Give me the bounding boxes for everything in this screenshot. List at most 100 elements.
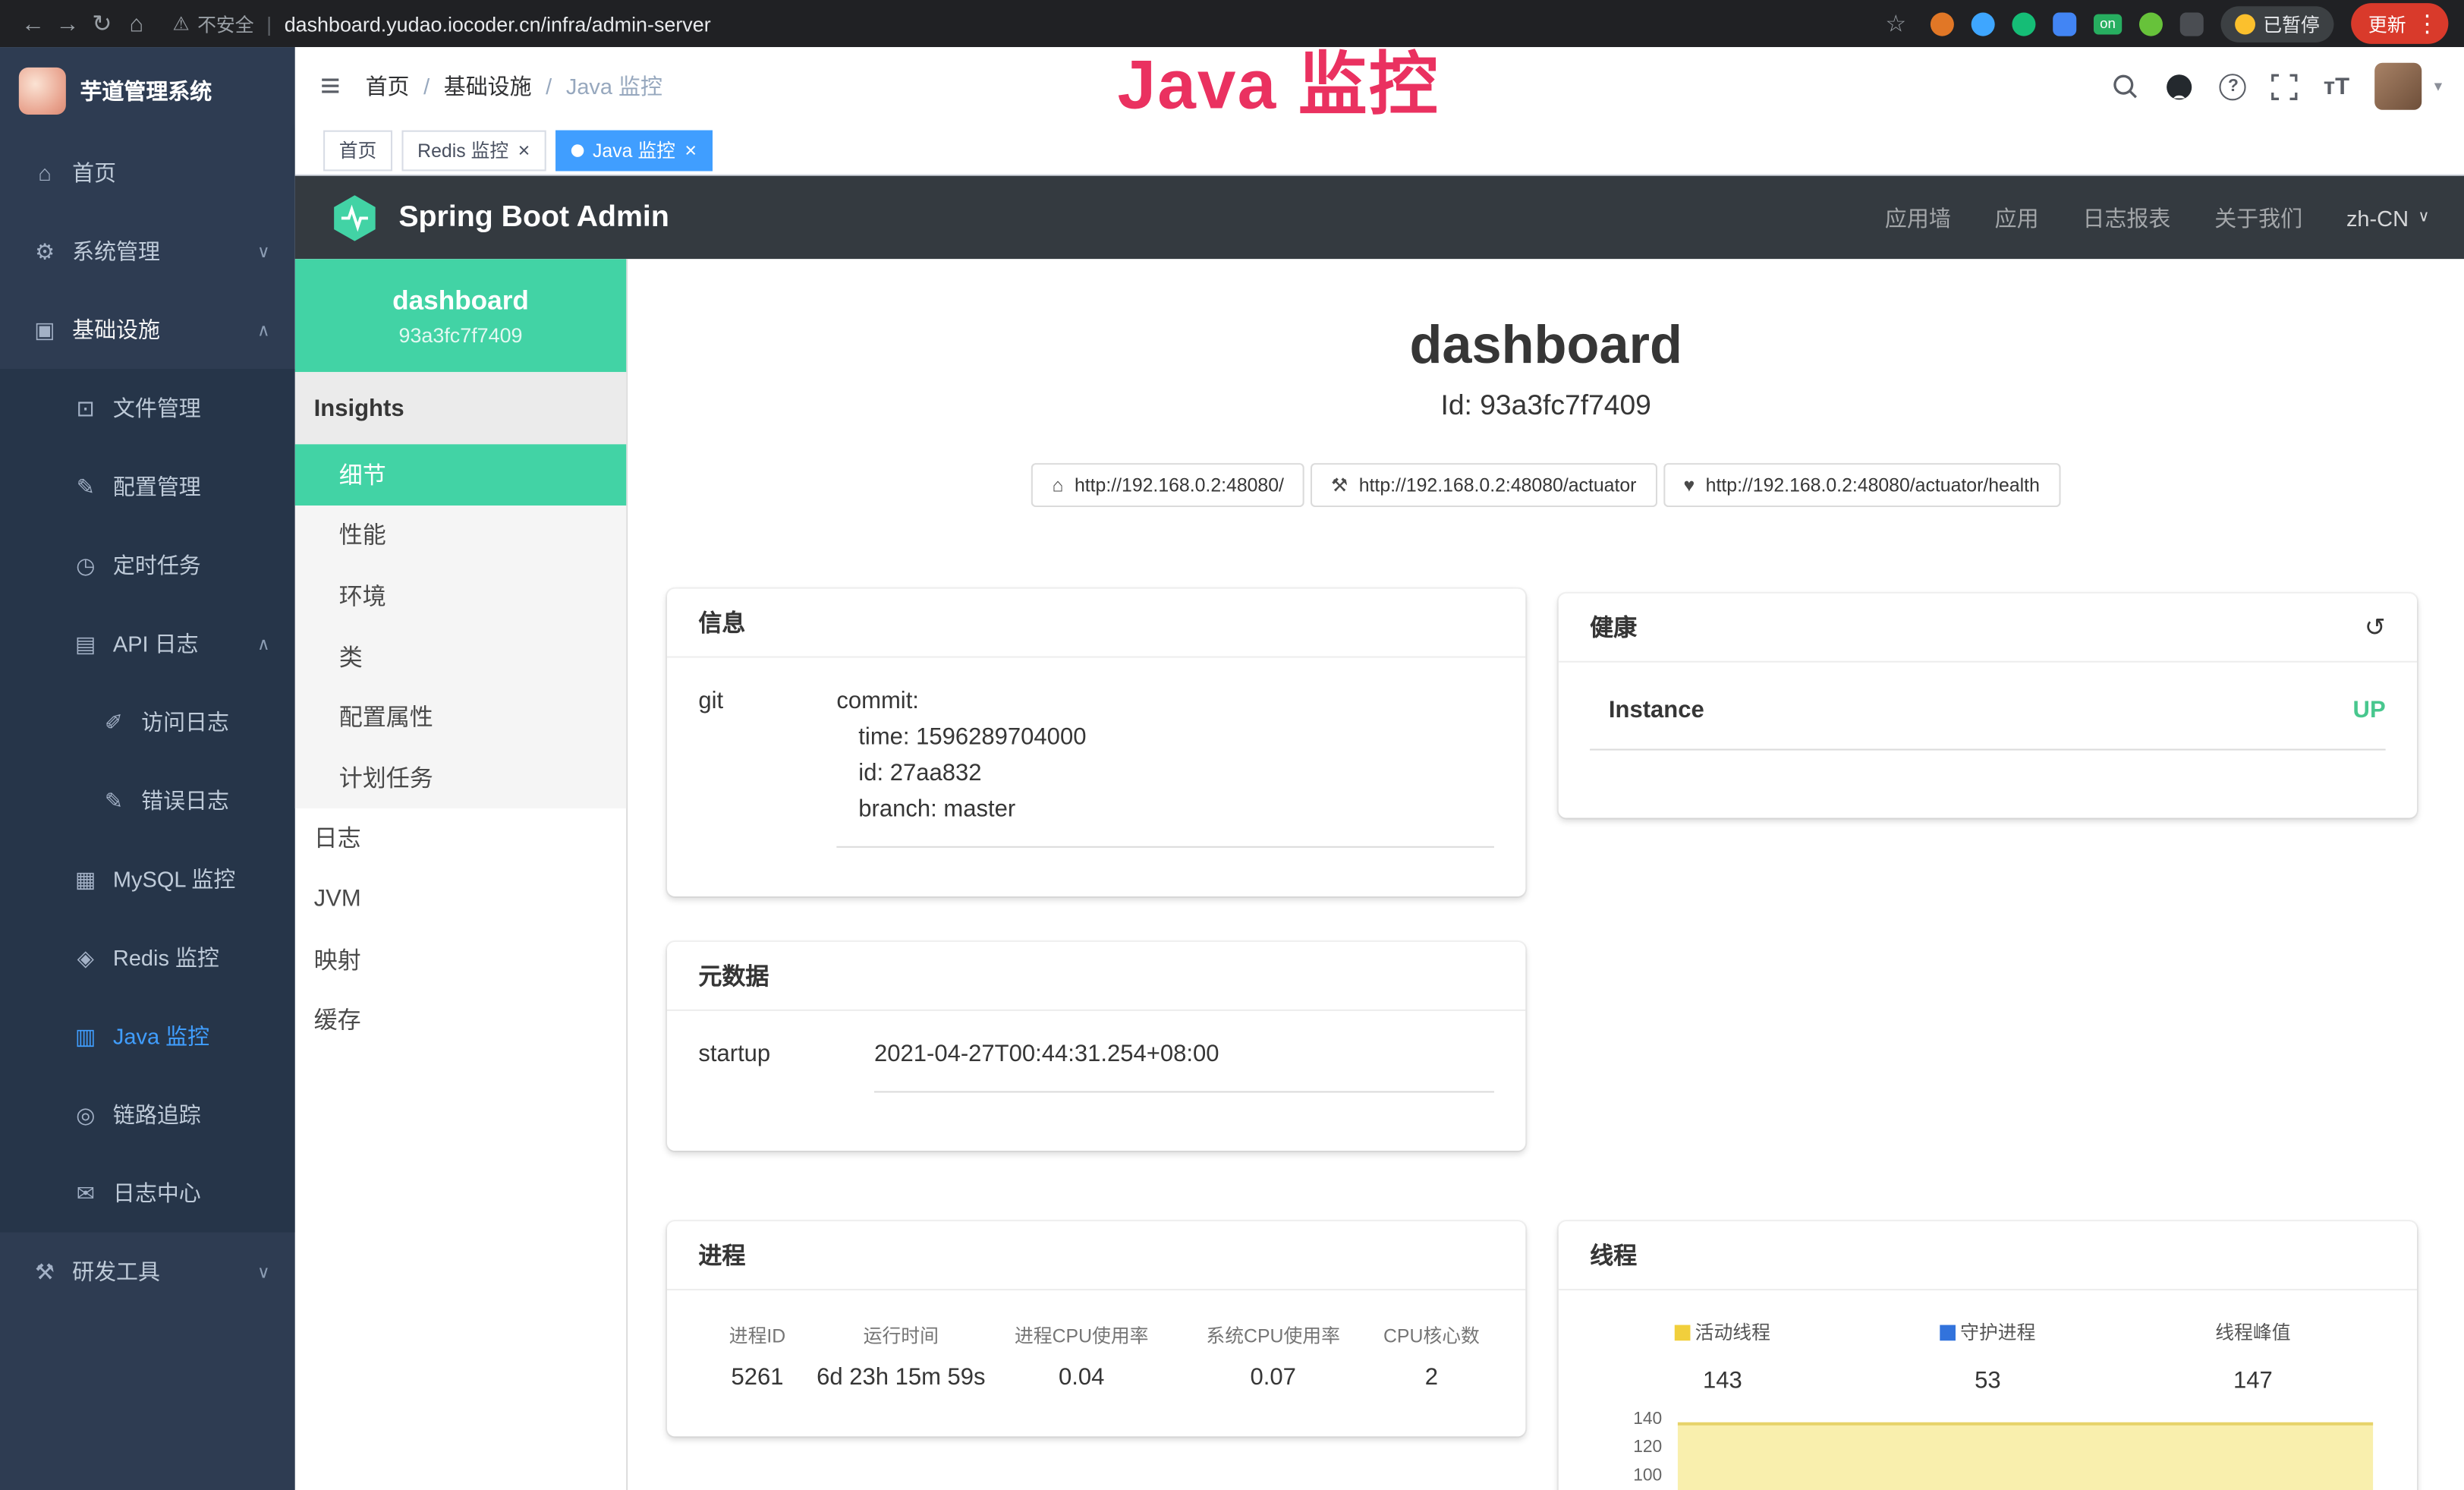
sba-item-details[interactable]: 细节 — [295, 444, 626, 505]
chevron-down-icon: ∨ — [257, 241, 270, 261]
chevron-up-icon: ∧ — [257, 320, 270, 340]
sba-nav-about[interactable]: 关于我们 — [2214, 202, 2302, 233]
health-url-button[interactable]: ♥ http://192.168.0.2:48080/actuator/heal… — [1663, 463, 2060, 507]
actuator-url-button[interactable]: ⚒ http://192.168.0.2:48080/actuator — [1311, 463, 1657, 507]
hamburger-icon[interactable]: ≡ — [320, 69, 341, 104]
app-logo-row[interactable]: 芋道管理系统 — [0, 47, 295, 134]
sba-nav-journal[interactable]: 日志报表 — [2083, 202, 2171, 233]
log-list-icon: ▤ — [72, 630, 99, 657]
process-cpu-header: 进程CPU使用率 — [986, 1321, 1177, 1348]
sba-item-caches[interactable]: 缓存 — [295, 990, 626, 1051]
sidebar-section-insights: Insights — [295, 372, 626, 444]
sidebar-item-scheduled-tasks[interactable]: ◷ 定时任务 — [0, 526, 295, 604]
sidebar-item-label: 错误日志 — [141, 785, 229, 816]
instance-header[interactable]: dashboard 93a3fc7f7409 — [295, 259, 626, 372]
sidebar-item-access-logs[interactable]: ✐ 访问日志 — [0, 683, 295, 761]
url-separator: | — [266, 12, 272, 36]
sba-item-environment[interactable]: 环境 — [295, 565, 626, 626]
y-axis-tick: 120 — [1590, 1438, 1662, 1457]
sidebar-item-error-logs[interactable]: ✎ 错误日志 — [0, 761, 295, 840]
address-bar[interactable]: ⚠ 不安全 | dashboard.yudao.iocoder.cn/infra… — [173, 10, 1879, 36]
avatar[interactable] — [2374, 63, 2422, 110]
forward-icon[interactable]: → — [50, 10, 85, 36]
close-icon[interactable]: × — [684, 140, 697, 160]
avatar-caret-icon[interactable]: ▾ — [2434, 77, 2442, 95]
breadcrumb-home[interactable]: 首页 — [366, 71, 410, 102]
sidebar-item-link-tracing[interactable]: ◎ 链路追踪 — [0, 1076, 295, 1154]
sba-item-scheduled-tasks[interactable]: 计划任务 — [295, 747, 626, 808]
sba-nav-wallboard[interactable]: 应用墙 — [1885, 202, 1951, 233]
paused-extension-badge[interactable]: 已暂停 — [2220, 5, 2333, 42]
breadcrumb-infrastructure[interactable]: 基础设施 — [444, 71, 532, 102]
fullscreen-icon[interactable] — [2272, 73, 2299, 99]
sidebar-item-home[interactable]: ⌂ 首页 — [0, 134, 295, 212]
clock-icon: ◷ — [72, 552, 99, 578]
history-refresh-icon[interactable]: ↺ — [2365, 612, 2386, 643]
sidebar-item-label: 系统管理 — [72, 235, 160, 266]
extension-icon-orange[interactable] — [1931, 12, 1954, 36]
health-card: 健康 ↺ Instance UP — [1559, 594, 2417, 818]
access-log-icon: ✐ — [100, 709, 127, 736]
sidebar-item-label: Redis 监控 — [113, 942, 219, 973]
sba-item-beans[interactable]: 类 — [295, 626, 626, 687]
close-icon[interactable]: × — [518, 140, 530, 160]
daemon-threads-label: 守护进程 — [1960, 1318, 2035, 1345]
sidebar-item-file-management[interactable]: ⊡ 文件管理 — [0, 369, 295, 447]
help-icon[interactable]: ? — [2220, 73, 2246, 99]
sidebar-item-api-logs[interactable]: ▤ API 日志 ∧ — [0, 604, 295, 682]
sba-nav-applications[interactable]: 应用 — [1995, 202, 2039, 233]
browser-menu-kebab-icon[interactable]: ⋮ — [2415, 9, 2439, 37]
extension-icon-on-switch[interactable]: on — [2094, 14, 2122, 34]
sidebar-item-redis-monitor[interactable]: ◈ Redis 监控 — [0, 918, 295, 997]
home-icon[interactable]: ⌂ — [119, 10, 154, 36]
tab-home[interactable]: 首页 — [323, 130, 392, 171]
sidebar-item-infrastructure[interactable]: ▣ 基础设施 ∧ — [0, 291, 295, 369]
sidebar-item-mysql-monitor[interactable]: ▦ MySQL 监控 — [0, 840, 295, 918]
chrome-update-button[interactable]: 更新 ⋮ — [2351, 3, 2448, 44]
sidebar-item-log-center[interactable]: ✉ 日志中心 — [0, 1154, 295, 1232]
extension-icon-blue-drop[interactable] — [1972, 12, 1995, 36]
peak-threads-label: 线程峰值 — [2215, 1318, 2290, 1345]
gear-icon: ⚙ — [31, 238, 58, 264]
font-size-icon[interactable]: тT — [2324, 73, 2349, 99]
info-row-label: git — [698, 683, 836, 848]
tab-label: Java 监控 — [593, 137, 675, 163]
sba-item-logs[interactable]: 日志 — [295, 808, 626, 868]
extension-icon-grid[interactable] — [2053, 12, 2076, 36]
sidebar-item-label: 链路追踪 — [113, 1099, 201, 1130]
sidebar-item-java-monitor[interactable]: ▥ Java 监控 — [0, 997, 295, 1075]
service-url-button[interactable]: ⌂ http://192.168.0.2:48080/ — [1032, 463, 1304, 507]
bookmark-star-icon[interactable]: ☆ — [1879, 9, 1914, 37]
search-icon[interactable] — [2112, 72, 2140, 100]
extension-icon-dark-puzzle[interactable] — [2180, 12, 2204, 36]
peak-threads-value: 147 — [2120, 1367, 2386, 1394]
metadata-card: 元数据 startup 2021-04-27T00:44:31.254+08:0… — [667, 942, 1525, 1151]
status-badge: UP — [2353, 697, 2386, 723]
sba-item-jvm[interactable]: JVM — [295, 868, 626, 929]
tab-redis-monitor[interactable]: Redis 监控 × — [401, 130, 545, 171]
info-card: 信息 git commit: time: 1596289704000 id: 2… — [667, 589, 1525, 896]
refresh-icon[interactable]: ↻ — [85, 9, 120, 37]
extension-icon-green-circle[interactable] — [2012, 12, 2035, 36]
back-icon[interactable]: ← — [16, 10, 51, 36]
sba-brand[interactable]: Spring Boot Admin — [329, 192, 669, 242]
process-id-value: 5261 — [698, 1364, 816, 1391]
threads-card: 线程 活动线程 143 — [1559, 1221, 2417, 1490]
sidebar-item-label: 配置管理 — [113, 471, 201, 502]
sidebar-item-system-management[interactable]: ⚙ 系统管理 ∨ — [0, 212, 295, 290]
sba-item-config-props[interactable]: 配置属性 — [295, 687, 626, 748]
topbar: ≡ 首页 / 基础设施 / Java 监控 ? — [295, 47, 2464, 125]
locale-selector[interactable]: zh-CN ∨ — [2346, 205, 2430, 230]
github-icon[interactable] — [2165, 71, 2195, 101]
chevron-up-icon: ∧ — [257, 634, 270, 654]
error-log-icon: ✎ — [100, 787, 127, 814]
sba-item-mappings[interactable]: 映射 — [295, 929, 626, 990]
sidebar-item-config-management[interactable]: ✎ 配置管理 — [0, 447, 295, 525]
extension-icon-leaf[interactable] — [2139, 12, 2163, 36]
uptime-header: 运行时间 — [817, 1321, 986, 1348]
sba-item-metrics[interactable]: 性能 — [295, 505, 626, 565]
sidebar-item-dev-tools[interactable]: ⚒ 研发工具 ∨ — [0, 1233, 295, 1311]
tab-java-monitor[interactable]: Java 监控 × — [555, 130, 712, 171]
sidebar-item-label: 访问日志 — [141, 707, 229, 738]
breadcrumb: 首页 / 基础设施 / Java 监控 — [366, 71, 662, 102]
